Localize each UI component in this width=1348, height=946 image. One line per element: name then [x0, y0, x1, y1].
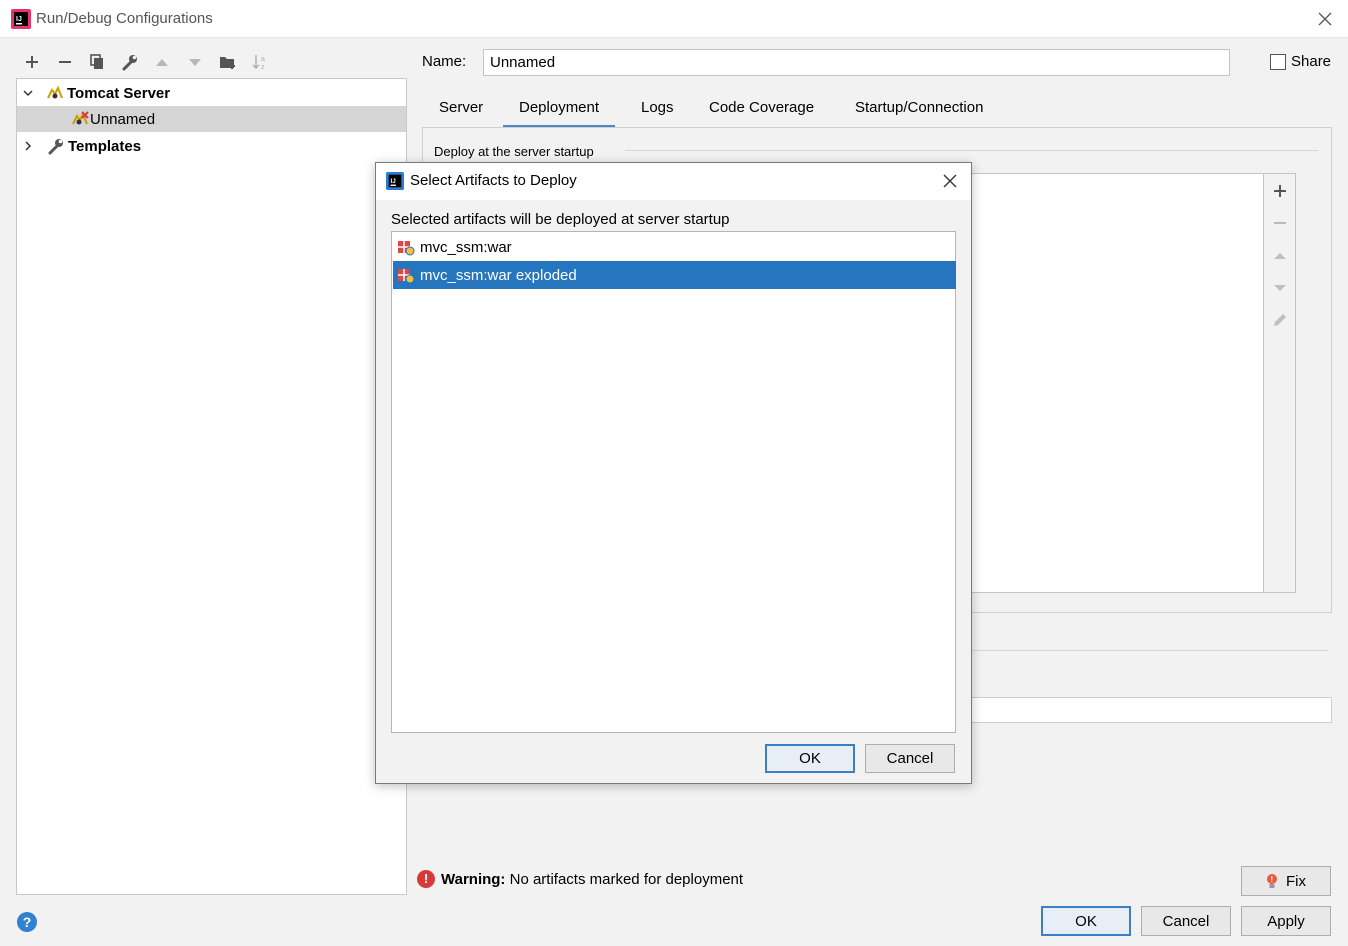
tree-item-label: Unnamed: [90, 110, 156, 128]
tomcat-icon: [47, 85, 63, 99]
svg-text:IJ: IJ: [16, 16, 22, 23]
arrow-down-icon: [185, 52, 205, 72]
warning-icon: !: [417, 870, 435, 888]
wrench-icon[interactable]: [120, 52, 140, 72]
window-title: Run/Debug Configurations: [36, 10, 213, 27]
arrow-up-icon: [152, 52, 172, 72]
intellij-logo-icon: IJ: [11, 9, 31, 29]
name-label: Name:: [422, 53, 467, 70]
add-icon[interactable]: [1270, 181, 1290, 201]
move-up-icon: [1270, 246, 1290, 266]
artifact-list[interactable]: mvc_ssm:war mvc_ssm:war exploded: [391, 231, 956, 733]
chevron-right-icon[interactable]: [22, 140, 34, 152]
bulb-icon: !: [1266, 873, 1278, 889]
folder-add-icon[interactable]: [218, 52, 238, 72]
separator: [972, 650, 1328, 651]
separator: [625, 150, 1318, 151]
copy-icon[interactable]: [87, 52, 107, 72]
warning-text: No artifacts marked for deployment: [509, 871, 744, 888]
name-input[interactable]: [483, 49, 1230, 76]
fix-button[interactable]: ! Fix: [1241, 866, 1331, 896]
svg-text:a: a: [261, 56, 265, 63]
edit-icon: [1270, 310, 1290, 330]
artifact-icon: [398, 241, 415, 256]
chevron-down-icon[interactable]: [22, 87, 34, 99]
plus-icon[interactable]: [22, 52, 42, 72]
tomcat-error-icon: [72, 111, 89, 125]
intellij-logo-icon: IJ: [386, 172, 404, 190]
move-down-icon: [1270, 278, 1290, 298]
remove-icon: [1270, 213, 1290, 233]
share-label[interactable]: Share: [1291, 53, 1331, 70]
dialog-cancel-button[interactable]: Cancel: [865, 744, 955, 773]
tree-item-unnamed[interactable]: Unnamed: [17, 106, 406, 132]
tree-item-templates[interactable]: Templates: [17, 133, 406, 159]
svg-text:IJ: IJ: [391, 178, 397, 185]
warning-message: Warning: No artifacts marked for deploym…: [441, 871, 743, 888]
tree-item-tomcat-server[interactable]: Tomcat Server: [17, 80, 406, 106]
tree-item-label: Templates: [68, 137, 142, 155]
wrench-icon: [48, 139, 63, 155]
cancel-button[interactable]: Cancel: [1141, 906, 1231, 936]
warning-bold: Warning:: [441, 871, 506, 888]
before-launch-field[interactable]: [970, 697, 1332, 723]
deploy-list-toolbar: [1264, 173, 1296, 593]
tree-item-label: Tomcat Server: [67, 84, 171, 102]
dialog-close-icon[interactable]: [941, 172, 959, 190]
tab-startup-connection[interactable]: Startup/Connection: [839, 98, 999, 128]
dialog-ok-button[interactable]: OK: [765, 744, 855, 773]
svg-text:z: z: [261, 64, 265, 71]
artifact-label: mvc_ssm:war exploded: [420, 266, 577, 284]
fix-label: Fix: [1286, 872, 1306, 890]
share-checkbox[interactable]: [1270, 54, 1286, 70]
help-icon[interactable]: ?: [17, 912, 37, 932]
list-item-artifact-war-exploded[interactable]: mvc_ssm:war exploded: [393, 261, 956, 289]
ok-button[interactable]: OK: [1041, 906, 1131, 936]
deploy-legend: Deploy at the server startup: [434, 144, 598, 159]
tab-code-coverage[interactable]: Code Coverage: [693, 98, 830, 128]
tab-deployment[interactable]: Deployment: [503, 98, 616, 128]
configuration-tree[interactable]: Tomcat Server Unnamed Templates: [16, 78, 407, 895]
window-close-icon[interactable]: [1315, 9, 1335, 29]
tab-server[interactable]: Server: [423, 98, 499, 128]
dialog-description: Selected artifacts will be deployed at s…: [391, 211, 730, 228]
list-item-artifact-war[interactable]: mvc_ssm:war: [393, 233, 956, 261]
artifact-label: mvc_ssm:war: [420, 238, 512, 256]
apply-button[interactable]: Apply: [1241, 906, 1331, 936]
artifact-icon: [398, 269, 415, 284]
svg-text:!: !: [1271, 875, 1274, 884]
sort-icon: az: [250, 52, 270, 72]
minus-icon[interactable]: [55, 52, 75, 72]
dialog-title: Select Artifacts to Deploy: [410, 172, 577, 189]
tab-logs[interactable]: Logs: [625, 98, 690, 128]
